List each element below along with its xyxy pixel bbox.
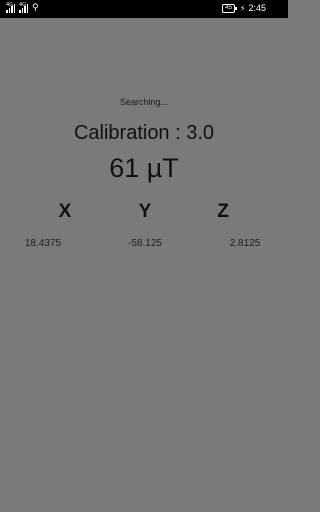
battery-level: 45 [225, 4, 232, 11]
signal-strength-icon-2: 4G [19, 2, 28, 13]
usb-icon: ⚲ [32, 3, 39, 13]
axis-y-label: Y [138, 201, 152, 222]
clock: 2:45 [248, 3, 266, 13]
network-type-label-2: 4G [19, 2, 27, 8]
network-type-label: 4G [6, 2, 14, 8]
status-right-group: 45 ⚡ 2:45 [222, 3, 266, 13]
status-left-group: 4G 4G ⚲ [6, 2, 39, 13]
calibration-text: Calibration : 3.0 [73, 122, 215, 144]
search-status-text: Searching... [119, 97, 169, 107]
charging-icon: ⚡ [239, 3, 246, 13]
signal-strength-icon: 4G [6, 2, 15, 13]
status-bar: 4G 4G ⚲ 45 ⚡ 2:45 [0, 0, 288, 18]
axis-y-value: -58.125 [128, 238, 162, 249]
axis-z-value: 2.8125 [229, 238, 261, 249]
axis-x-label: X [58, 201, 72, 222]
battery-icon: 45 [222, 3, 237, 13]
axis-z-label: Z [217, 201, 229, 222]
axis-x-value: 18.4375 [24, 238, 62, 249]
field-strength-value: 61 µT [109, 153, 179, 183]
